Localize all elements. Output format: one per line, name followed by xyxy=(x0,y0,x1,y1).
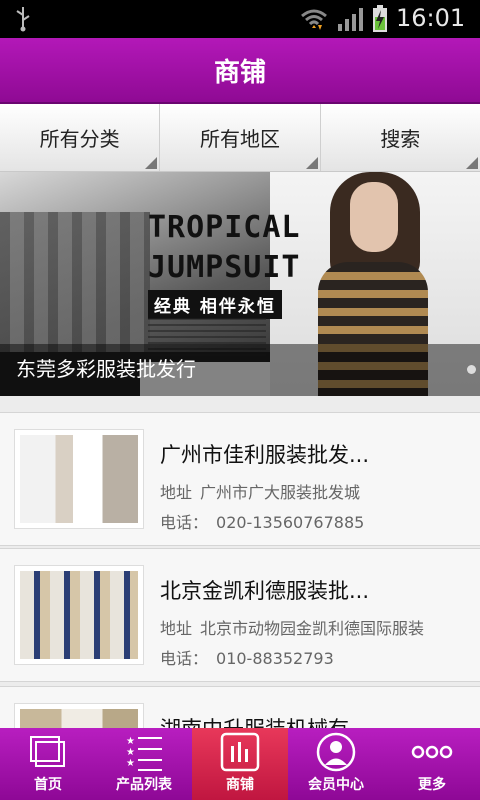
tab-product-list[interactable]: ★ ★ ★ 产品列表 xyxy=(96,728,192,800)
filter-region-label: 所有地区 xyxy=(199,127,280,151)
store-name: 北京金凯利德服装批... xyxy=(160,579,370,603)
banner-building-image xyxy=(0,212,150,362)
tab-home[interactable]: 首页 xyxy=(0,728,96,800)
tab-shop-label: 商铺 xyxy=(226,777,254,793)
status-time: 16:01 xyxy=(396,4,466,32)
svg-text:★: ★ xyxy=(126,758,135,769)
carousel-indicator-dot[interactable] xyxy=(467,365,476,374)
phone-value: 020-13560767885 xyxy=(216,513,365,532)
wifi-icon xyxy=(301,9,327,30)
store-name: 湖南中升服装机械有... xyxy=(160,713,369,728)
store-image xyxy=(20,709,138,728)
store-phone: 电话： 020-13560767885 xyxy=(160,509,364,533)
signal-icon xyxy=(338,8,363,31)
filter-category-button[interactable]: 所有分类 xyxy=(0,104,161,171)
address-label: 地址 xyxy=(160,483,193,502)
address-value: 广州市广大服装批发城 xyxy=(200,483,361,502)
address-label: 地址 xyxy=(160,619,193,638)
dropdown-corner-icon xyxy=(305,157,318,169)
tab-more[interactable]: 更多 xyxy=(384,728,480,800)
shop-icon xyxy=(220,732,260,772)
store-address: 地址 北京市动物园金凯利德国际服装 xyxy=(160,615,424,639)
status-bar: 16:01 xyxy=(0,0,480,38)
list-icon: ★ ★ ★ xyxy=(126,736,162,771)
bottom-tab-bar: 首页 ★ ★ ★ 产品列表 商铺 会员中心 更多 xyxy=(0,728,480,800)
address-value: 北京市动物园金凯利德国际服装 xyxy=(200,619,425,638)
store-thumbnail xyxy=(14,703,144,728)
usb-icon xyxy=(16,7,30,32)
filter-category-label: 所有分类 xyxy=(39,127,120,151)
dropdown-corner-icon xyxy=(465,157,478,169)
model-face xyxy=(350,182,398,252)
tab-shop[interactable]: 商铺 xyxy=(192,728,288,800)
page-title: 商铺 xyxy=(213,58,266,88)
promo-banner[interactable]: TROPICAL JUMPSUIT 经典 相伴永恒 东莞多彩服装批发行 xyxy=(0,172,480,396)
battery-charging-icon xyxy=(373,5,387,32)
banner-headline-2: JUMPSUIT xyxy=(148,250,301,285)
more-icon xyxy=(411,745,453,759)
banner-headline-1: TROPICAL xyxy=(148,210,301,245)
banner-caption: 东莞多彩服装批发行 xyxy=(16,357,196,381)
member-icon xyxy=(316,732,356,772)
dropdown-corner-icon xyxy=(145,157,158,169)
list-item[interactable]: 北京金凯利德服装批... 地址 北京市动物园金凯利德国际服装 电话： 010-883… xyxy=(0,548,480,682)
search-button[interactable]: 搜索 xyxy=(321,104,480,171)
tab-member-center[interactable]: 会员中心 xyxy=(288,728,384,800)
tab-more-label: 更多 xyxy=(418,777,446,793)
store-name: 广州市佳利服装批发... xyxy=(160,443,370,467)
search-label: 搜索 xyxy=(380,127,421,151)
phone-label: 电话： xyxy=(160,513,209,532)
phone-value: 010-88352793 xyxy=(216,649,334,668)
tab-member-center-label: 会员中心 xyxy=(308,777,364,793)
phone-label: 电话： xyxy=(160,649,209,668)
app-header: 商铺 xyxy=(0,38,480,104)
svg-text:★: ★ xyxy=(126,736,135,747)
banner-tagline: 经典 相伴永恒 xyxy=(148,290,282,319)
list-item[interactable]: 广州市佳利服装批发... 地址 广州市广大服装批发城 电话： 020-1356076… xyxy=(0,412,480,546)
store-address: 地址 广州市广大服装批发城 xyxy=(160,479,360,503)
store-image xyxy=(20,571,138,659)
home-icon xyxy=(30,736,65,767)
list-item[interactable]: 湖南中升服装机械有... xyxy=(0,686,480,728)
filter-bar: 所有分类 所有地区 搜索 xyxy=(0,104,480,172)
store-thumbnail xyxy=(14,565,144,665)
filter-region-button[interactable]: 所有地区 xyxy=(160,104,321,171)
store-image xyxy=(20,435,138,523)
store-phone: 电话： 010-88352793 xyxy=(160,645,334,669)
store-thumbnail xyxy=(14,429,144,529)
tab-product-list-label: 产品列表 xyxy=(116,777,172,793)
store-list: 广州市佳利服装批发... 地址 广州市广大服装批发城 电话： 020-1356076… xyxy=(0,398,480,728)
tab-home-label: 首页 xyxy=(34,777,62,793)
svg-text:★: ★ xyxy=(126,747,135,758)
